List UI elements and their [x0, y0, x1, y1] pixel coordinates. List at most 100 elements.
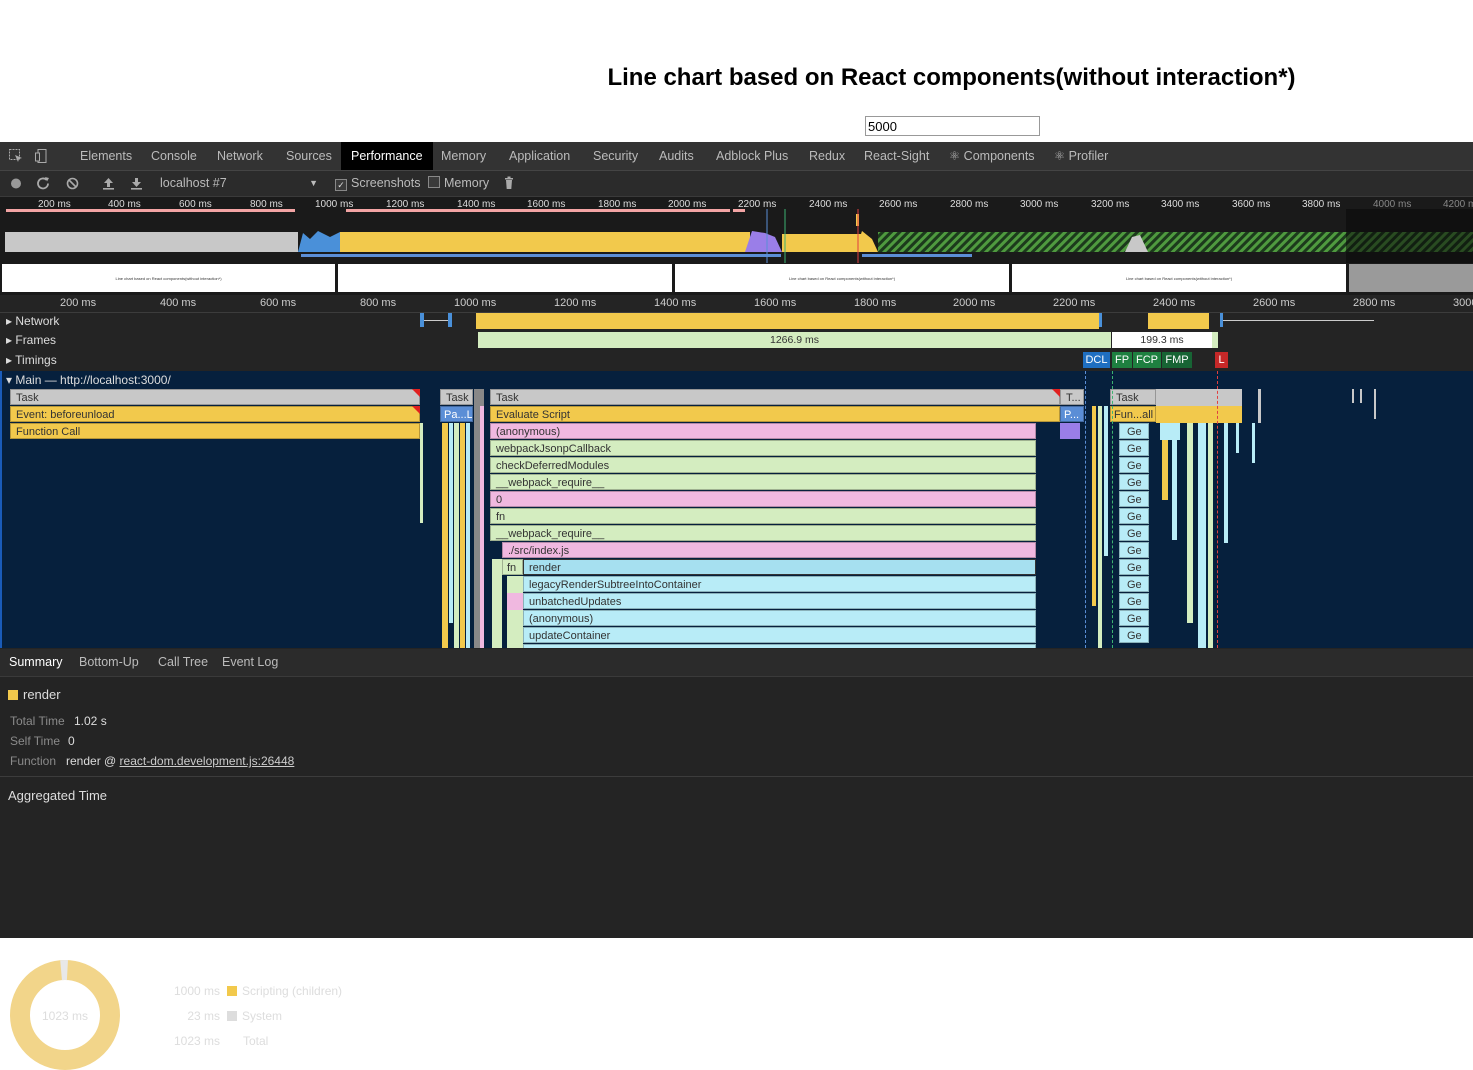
stack-bar[interactable] — [523, 644, 1036, 648]
task-bar[interactable]: Task — [1110, 389, 1156, 405]
tab-console[interactable]: Console — [151, 142, 197, 170]
webpack-require-bar[interactable]: __webpack_require__ — [490, 525, 1036, 541]
network-track-label: ▸ Network — [6, 314, 60, 328]
self-time-label: Self Time — [10, 734, 61, 748]
fn-bar[interactable]: fn — [490, 508, 1036, 524]
ruler-tick: 200 ms — [60, 297, 97, 309]
summary-title: render — [8, 687, 61, 702]
task-bar[interactable]: Task — [440, 389, 473, 405]
tab-audits[interactable]: Audits — [659, 142, 694, 170]
memory-checkbox[interactable]: Memory — [428, 171, 489, 196]
tab-components[interactable]: ⚛ Components — [949, 142, 1035, 170]
src-index-bar[interactable]: ./src/index.js — [502, 542, 1036, 558]
ruler-tick: 2400 ms — [1153, 297, 1196, 309]
load-marker[interactable]: L — [1215, 352, 1228, 368]
render-bar-selected[interactable]: render — [523, 559, 1036, 575]
tab-performance[interactable]: Performance — [341, 142, 433, 170]
count-input[interactable] — [865, 116, 1040, 136]
screenshot-thumbnail — [1349, 264, 1473, 292]
anonymous-bar[interactable]: (anonymous) — [523, 610, 1036, 626]
self-time-value: 0 — [68, 734, 75, 748]
main-track-label: ▾ Main — http://localhost:3000/ — [6, 373, 171, 387]
tab-event-log[interactable]: Event Log — [222, 649, 278, 676]
source-link[interactable]: react-dom.development.js:26448 — [120, 754, 295, 768]
screenshots-checkbox[interactable]: ✓ Screenshots — [335, 171, 420, 196]
tab-adblock-plus[interactable]: Adblock Plus — [716, 142, 788, 170]
tab-react-sight[interactable]: React-Sight — [864, 142, 929, 170]
ge-bar[interactable]: Ge — [1119, 559, 1149, 575]
devtools-tab-bar: Elements Console Network Sources Perform… — [0, 142, 1473, 171]
tab-redux[interactable]: Redux — [809, 142, 845, 170]
ge-bar[interactable]: Ge — [1119, 423, 1149, 439]
ge-bar[interactable]: Ge — [1119, 474, 1149, 490]
task-bar[interactable]: Task — [10, 389, 420, 405]
frames-track-label: ▸ Frames — [6, 333, 57, 347]
function-call-bar[interactable]: Function Call — [10, 423, 420, 439]
legacy-render-bar[interactable]: legacyRenderSubtreeIntoContainer — [523, 576, 1036, 592]
inspect-element-icon[interactable] — [8, 142, 24, 170]
screenshot-caption: Line chart based on React components(wit… — [115, 276, 222, 281]
profile-select-value: localhost #7 — [160, 176, 227, 190]
ge-bar[interactable]: Ge — [1119, 576, 1149, 592]
parse-html-bar[interactable]: Pa...L — [440, 406, 473, 422]
evaluate-script-bar[interactable]: Evaluate Script — [490, 406, 1060, 422]
frames-track[interactable]: ▸ Frames 1266.9 ms 199.3 ms — [0, 330, 1473, 350]
dcl-marker[interactable]: DCL — [1083, 352, 1110, 368]
tab-network[interactable]: Network — [217, 142, 263, 170]
tab-application[interactable]: Application — [509, 142, 570, 170]
timings-track[interactable]: ▸ Timings DCL FP FCP FMP L — [0, 350, 1473, 370]
ruler-tick: 2800 ms — [1353, 297, 1396, 309]
tab-call-tree[interactable]: Call Tree — [158, 649, 208, 676]
zero-bar[interactable]: 0 — [490, 491, 1036, 507]
main-flame-chart[interactable]: Task Task Task T... Task Event: beforeun… — [0, 371, 1473, 648]
ge-bar[interactable]: Ge — [1119, 457, 1149, 473]
ge-bar[interactable]: Ge — [1119, 525, 1149, 541]
frame-block[interactable]: 199.3 ms — [1112, 332, 1212, 348]
profile-select[interactable]: localhost #7 ▼ — [160, 171, 320, 196]
tab-summary[interactable]: Summary — [9, 649, 62, 676]
scripting-swatch — [227, 986, 237, 996]
total-legend: Total — [243, 1034, 269, 1048]
total-time-sum: 1023 ms — [173, 1034, 220, 1048]
tab-security[interactable]: Security — [593, 142, 638, 170]
fcp-marker[interactable]: FCP — [1133, 352, 1161, 368]
fp-marker[interactable]: FP — [1112, 352, 1132, 368]
anonymous-bar[interactable]: (anonymous) — [490, 423, 1036, 439]
frame-block[interactable]: 1266.9 ms — [478, 332, 1111, 348]
ge-bar[interactable]: Ge — [1119, 491, 1149, 507]
function-call-bar[interactable]: Fun...all — [1110, 406, 1156, 422]
task-bar[interactable]: T... — [1060, 389, 1084, 405]
timeline-overview[interactable]: 200 ms 400 ms 600 ms 800 ms 1000 ms 1200… — [0, 197, 1473, 295]
parse-bar[interactable]: P... — [1060, 406, 1084, 422]
ge-bar[interactable]: Ge — [1119, 593, 1149, 609]
page-title: Line chart based on React components(wit… — [607, 64, 1296, 91]
fmp-marker[interactable]: FMP — [1162, 352, 1192, 368]
update-container-bar[interactable]: updateContainer — [523, 627, 1036, 643]
check-deferred-modules-bar[interactable]: checkDeferredModules — [490, 457, 1036, 473]
device-toolbar-icon[interactable] — [34, 142, 50, 170]
fn-bar[interactable]: fn — [502, 559, 523, 575]
task-bar[interactable]: Task — [490, 389, 1060, 405]
devtools-panel: Elements Console Network Sources Perform… — [0, 142, 1473, 1070]
checkbox-checked-icon: ✓ — [335, 179, 347, 191]
unbatched-updates-bar[interactable]: unbatchedUpdates — [523, 593, 1036, 609]
tab-elements[interactable]: Elements — [80, 142, 132, 170]
event-beforeunload-bar[interactable]: Event: beforeunload — [10, 406, 420, 422]
tab-profiler[interactable]: ⚛ Profiler — [1054, 142, 1108, 170]
tab-bottom-up[interactable]: Bottom-Up — [79, 649, 139, 676]
network-track[interactable]: ▸ Network — [0, 311, 1473, 331]
ge-bar[interactable]: Ge — [1119, 627, 1149, 643]
ge-bar[interactable]: Ge — [1119, 542, 1149, 558]
main-track-header[interactable]: ▾ Main — http://localhost:3000/ — [0, 371, 1473, 389]
tab-sources[interactable]: Sources — [286, 142, 332, 170]
function-value: render @ react-dom.development.js:26448 — [66, 754, 295, 768]
donut-center-label: 1023 ms — [41, 1009, 89, 1023]
webpack-require-bar[interactable]: __webpack_require__ — [490, 474, 1036, 490]
ruler-tick: 1600 ms — [754, 297, 797, 309]
ruler-tick: 3000 — [1453, 297, 1473, 309]
webpack-jsonp-callback-bar[interactable]: webpackJsonpCallback — [490, 440, 1036, 456]
ge-bar[interactable]: Ge — [1119, 610, 1149, 626]
ge-bar[interactable]: Ge — [1119, 440, 1149, 456]
ge-bar[interactable]: Ge — [1119, 508, 1149, 524]
tab-memory[interactable]: Memory — [441, 142, 486, 170]
